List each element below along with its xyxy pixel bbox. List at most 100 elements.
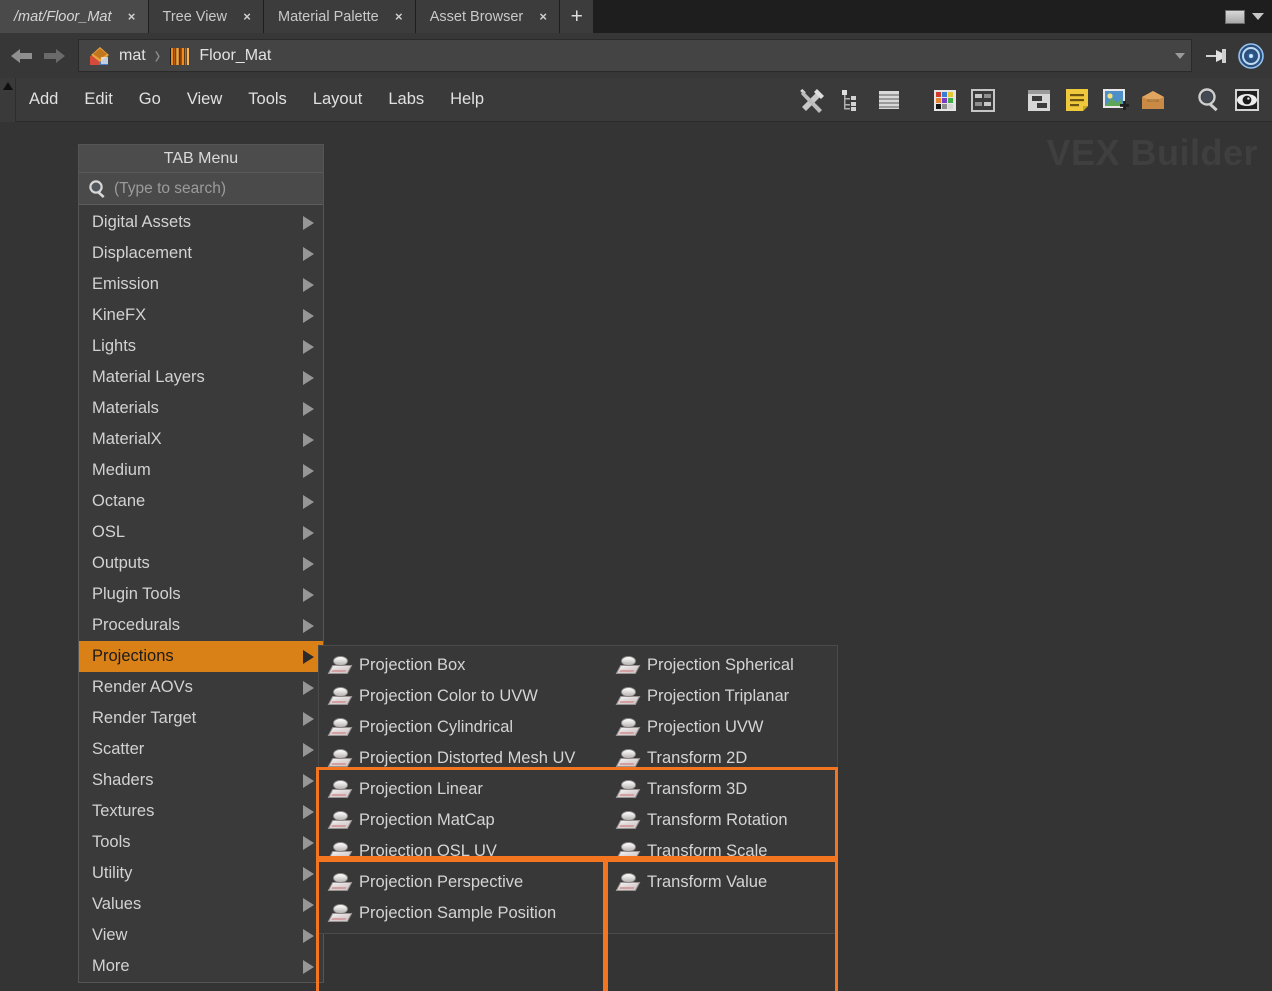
tab-menu-item-label: Textures (92, 802, 155, 820)
submenu-item-projection-triplanar[interactable]: Projection Triplanar (607, 681, 837, 712)
tab-menu-item-octane[interactable]: Octane (79, 486, 323, 517)
submenu-item-label: Projection Color to UVW (359, 687, 538, 705)
network-editor-canvas[interactable]: VEX Builder TAB Menu (Type to search) Di… (0, 122, 1272, 991)
submenu-item-projection-osl-uv[interactable]: Projection OSL UV (319, 836, 607, 867)
tab-menu-item-lights[interactable]: Lights (79, 331, 323, 362)
tab-menu-item-label: More (92, 957, 130, 975)
tab-asset-browser[interactable]: Asset Browser × (415, 0, 561, 33)
tools-wrench-icon[interactable] (798, 85, 828, 115)
asset-box-icon[interactable] (1138, 85, 1168, 115)
chevron-right-icon (303, 587, 314, 602)
menu-help[interactable]: Help (437, 86, 497, 113)
chevron-right-icon (303, 897, 314, 912)
menu-go[interactable]: Go (126, 86, 174, 113)
search-magnifier-icon[interactable] (1194, 85, 1224, 115)
tab-material-palette[interactable]: Material Palette × (263, 0, 416, 33)
submenu-item-projection-perspective[interactable]: Projection Perspective (319, 867, 607, 898)
close-icon[interactable]: × (393, 10, 405, 23)
tab-menu-item-plugin-tools[interactable]: Plugin Tools (79, 579, 323, 610)
list-layers-icon[interactable] (874, 85, 904, 115)
submenu-item-transform-2d[interactable]: Transform 2D (607, 743, 837, 774)
close-icon[interactable]: × (537, 10, 549, 23)
tab-menu-item-outputs[interactable]: Outputs (79, 548, 323, 579)
submenu-item-projection-distorted-mesh-uv[interactable]: Projection Distorted Mesh UV (319, 743, 607, 774)
submenu-item-transform-rotation[interactable]: Transform Rotation (607, 805, 837, 836)
chevron-right-icon (303, 339, 314, 354)
display-eye-icon[interactable] (1232, 85, 1262, 115)
tab-menu-item-render-target[interactable]: Render Target (79, 703, 323, 734)
tab-menu-item-scatter[interactable]: Scatter (79, 734, 323, 765)
menu-labs[interactable]: Labs (375, 86, 437, 113)
tab-menu-item-osl[interactable]: OSL (79, 517, 323, 548)
submenu-item-transform-3d[interactable]: Transform 3D (607, 774, 837, 805)
chevron-down-icon[interactable] (1169, 40, 1191, 71)
shader-node-icon (327, 841, 353, 862)
submenu-item-projection-spherical[interactable]: Projection Spherical (607, 650, 837, 681)
tab-menu-item-utility[interactable]: Utility (79, 858, 323, 889)
arrow-right-icon[interactable] (40, 43, 68, 69)
submenu-item-projection-color-to-uvw[interactable]: Projection Color to UVW (319, 681, 607, 712)
tab-menu-panel[interactable]: TAB Menu (Type to search) Digital Assets… (78, 144, 324, 983)
tab-menu-item-kinefx[interactable]: KineFX (79, 300, 323, 331)
projections-submenu[interactable]: Projection Box Projection Color to UVW Pro… (318, 645, 838, 934)
tab-menu-item-render-aovs[interactable]: Render AOVs (79, 672, 323, 703)
menu-view[interactable]: View (174, 86, 235, 113)
tab-menu-item-material-layers[interactable]: Material Layers (79, 362, 323, 393)
submenu-item-projection-sample-position[interactable]: Projection Sample Position (319, 898, 607, 929)
menu-tools[interactable]: Tools (235, 86, 300, 113)
scroll-up-icon[interactable] (0, 77, 16, 122)
tab-menu-item-displacement[interactable]: Displacement (79, 238, 323, 269)
add-image-icon[interactable] (1100, 85, 1130, 115)
tab-menu-item-values[interactable]: Values (79, 889, 323, 920)
shader-node-icon (327, 903, 353, 924)
color-palette-icon[interactable] (930, 85, 960, 115)
menu-add[interactable]: Add (16, 86, 71, 113)
submenu-item-transform-scale[interactable]: Transform Scale (607, 836, 837, 867)
tab-mat-floor-mat[interactable]: /mat/Floor_Mat × (0, 0, 149, 33)
submenu-item-projection-linear[interactable]: Projection Linear (319, 774, 607, 805)
tab-menu-item-view[interactable]: View (79, 920, 323, 951)
tab-menu-item-textures[interactable]: Textures (79, 796, 323, 827)
breadcrumb-item-mat[interactable]: mat (87, 43, 146, 69)
chevron-right-icon (303, 928, 314, 943)
search-input[interactable]: (Type to search) (114, 180, 226, 198)
tab-tree-view[interactable]: Tree View × (148, 0, 264, 33)
chevron-right-icon (303, 618, 314, 633)
target-icon[interactable] (1236, 41, 1266, 71)
tab-menu-search-row[interactable]: (Type to search) (79, 173, 323, 205)
tab-menu-item-shaders[interactable]: Shaders (79, 765, 323, 796)
network-box-icon[interactable] (1024, 85, 1054, 115)
tab-menu-item-label: Medium (92, 461, 151, 479)
sticky-note-icon[interactable] (1062, 85, 1092, 115)
tab-menu-item-digital-assets[interactable]: Digital Assets (79, 207, 323, 238)
tab-menu-item-medium[interactable]: Medium (79, 455, 323, 486)
add-tab-button[interactable]: + (560, 0, 595, 33)
chevron-down-icon[interactable] (1252, 13, 1264, 20)
submenu-item-transform-value[interactable]: Transform Value (607, 867, 837, 898)
tab-menu-item-tools[interactable]: Tools (79, 827, 323, 858)
close-icon[interactable]: × (241, 10, 253, 23)
tab-menu-item-emission[interactable]: Emission (79, 269, 323, 300)
tab-menu-item-more[interactable]: More (79, 951, 323, 982)
submenu-item-projection-matcap[interactable]: Projection MatCap (319, 805, 607, 836)
maximize-pane-icon[interactable] (1225, 9, 1245, 24)
close-icon[interactable]: × (126, 10, 138, 23)
path-input-field[interactable]: mat › Floor_Mat (78, 39, 1192, 72)
tab-menu-item-label: Lights (92, 337, 137, 355)
arrow-left-icon[interactable] (8, 43, 36, 69)
tab-menu-item-procedurals[interactable]: Procedurals (79, 610, 323, 641)
tab-menu-item-materialx[interactable]: MaterialX (79, 424, 323, 455)
shader-node-icon (327, 810, 353, 831)
tab-menu-item-materials[interactable]: Materials (79, 393, 323, 424)
menu-edit[interactable]: Edit (71, 86, 125, 113)
tab-menu-item-label: Octane (92, 492, 146, 510)
tree-hierarchy-icon[interactable] (836, 85, 866, 115)
submenu-item-projection-uvw[interactable]: Projection UVW (607, 712, 837, 743)
pin-icon[interactable] (1202, 41, 1232, 71)
layout-nodes-icon[interactable] (968, 85, 998, 115)
submenu-item-projection-box[interactable]: Projection Box (319, 650, 607, 681)
breadcrumb-item-floor-mat[interactable]: Floor_Mat (167, 43, 271, 69)
menu-layout[interactable]: Layout (300, 86, 376, 113)
tab-menu-item-projections[interactable]: Projections (79, 641, 323, 672)
submenu-item-projection-cylindrical[interactable]: Projection Cylindrical (319, 712, 607, 743)
